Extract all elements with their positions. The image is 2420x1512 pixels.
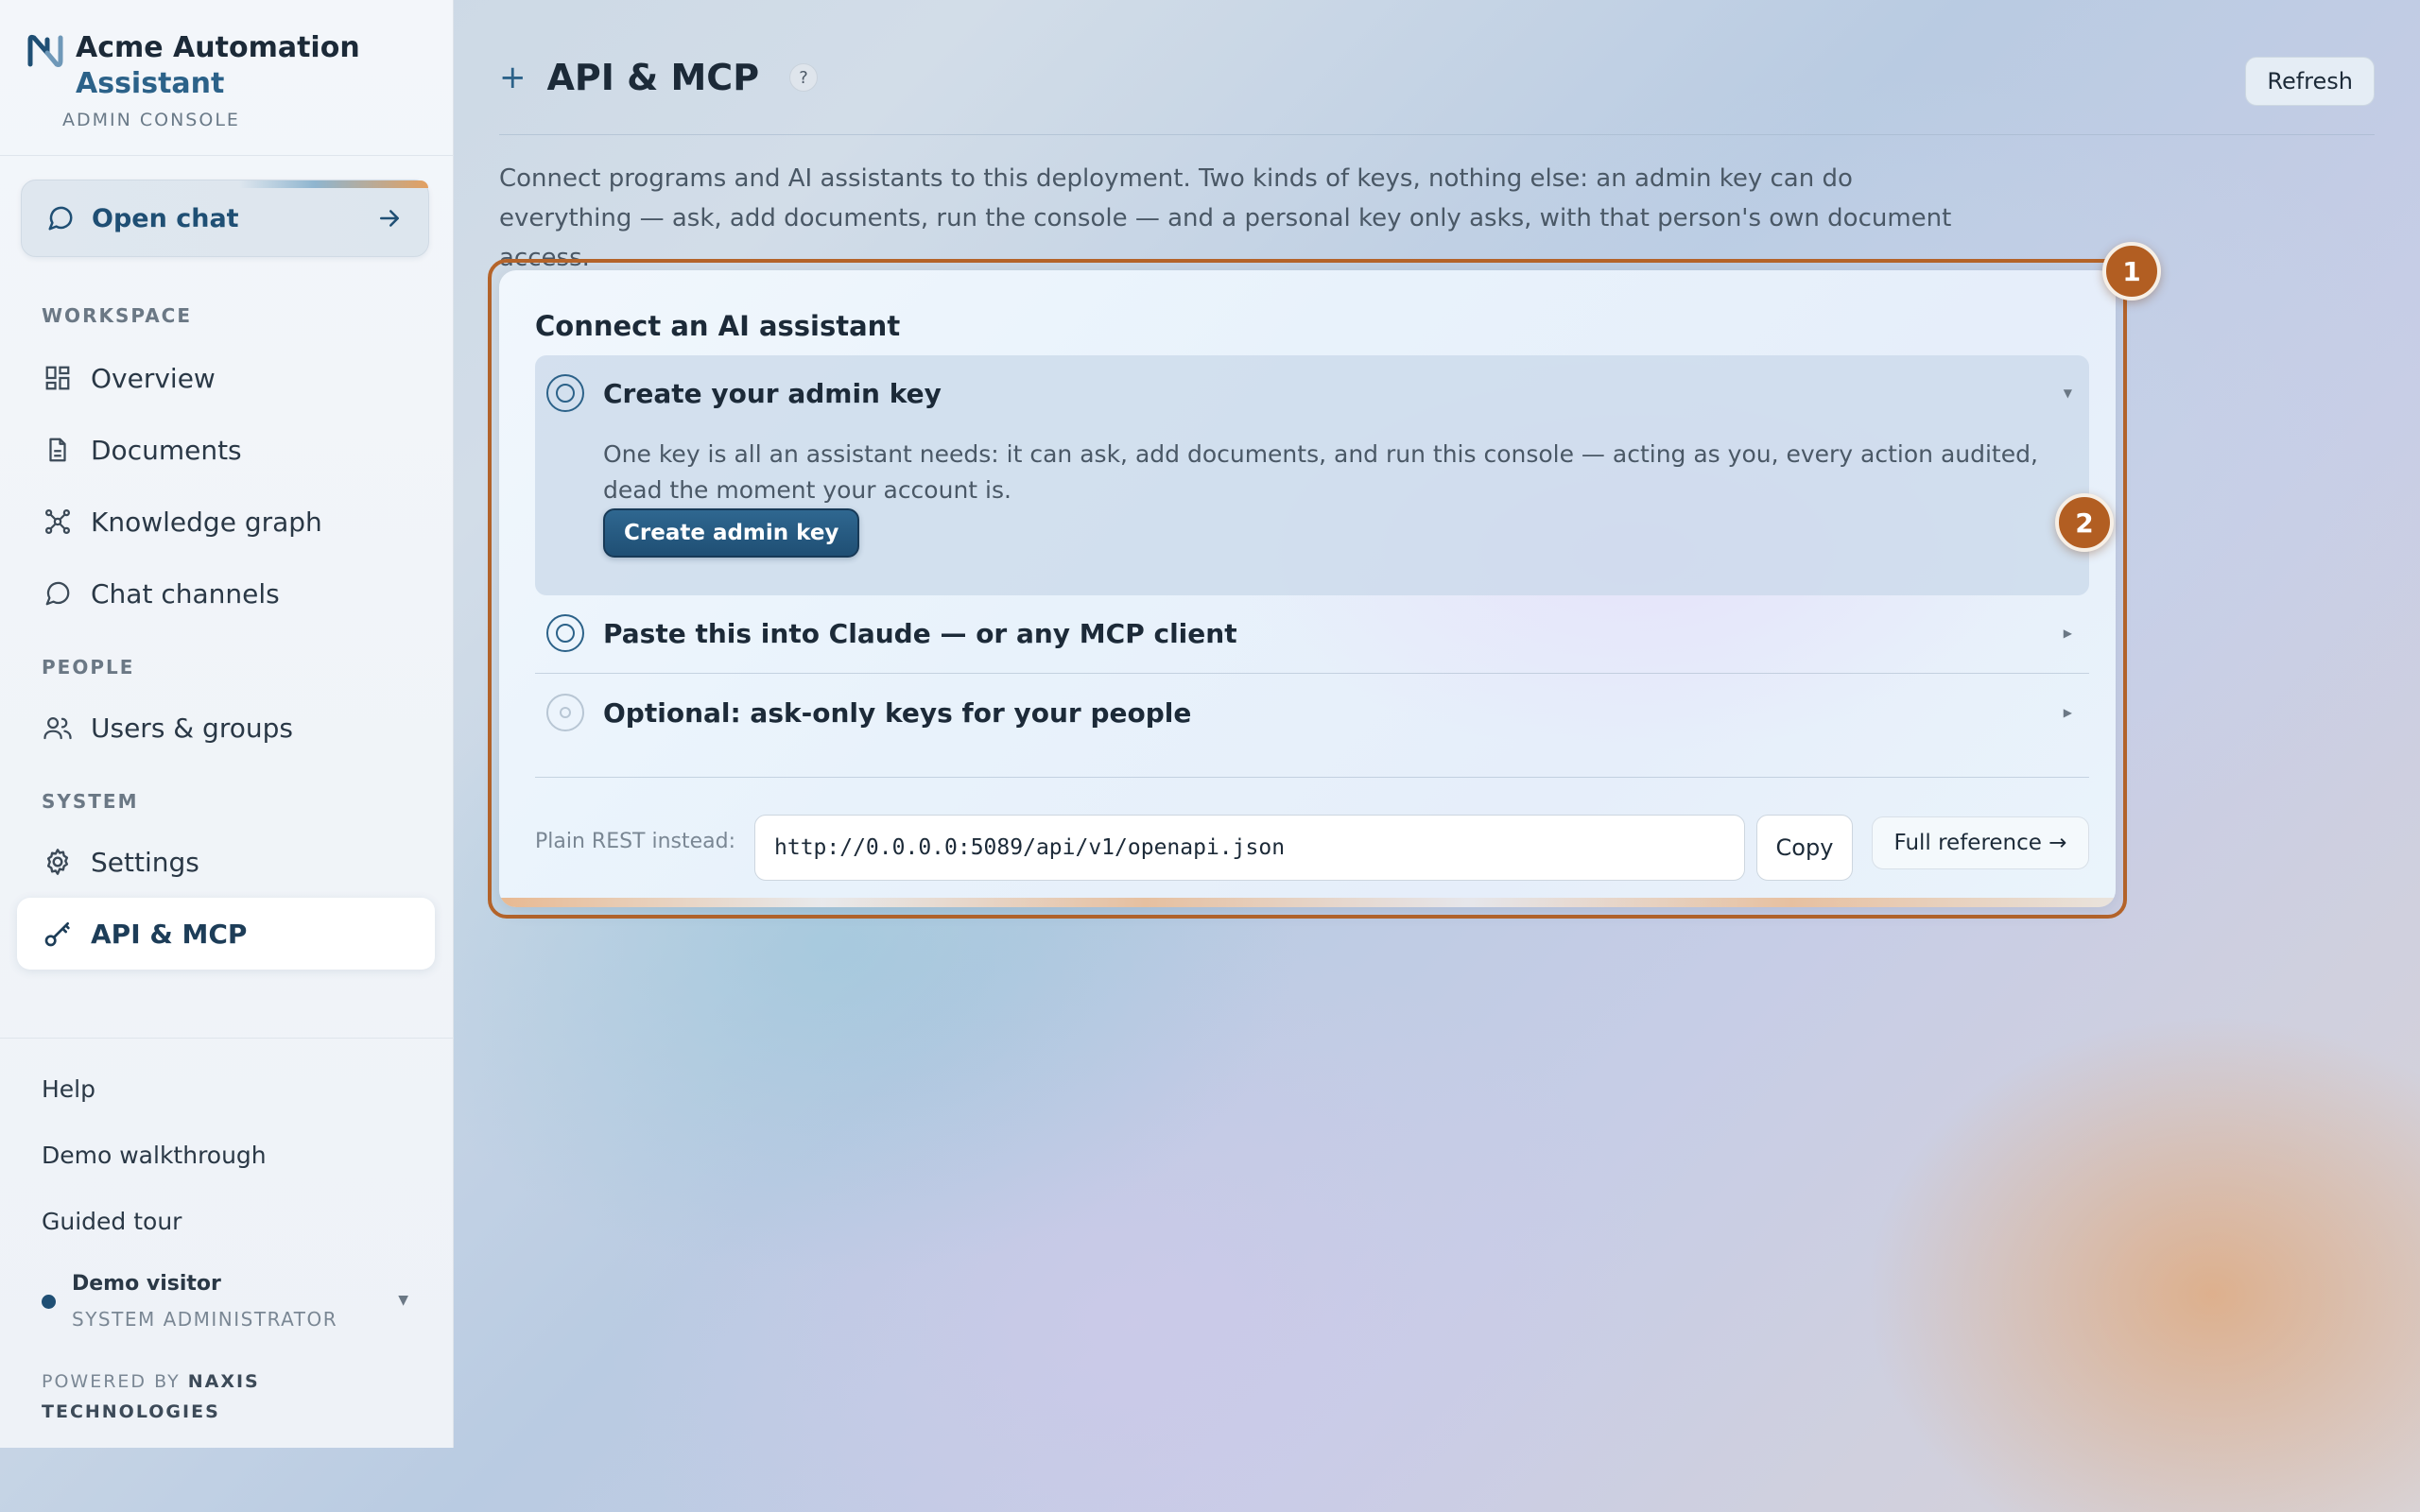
sidebar-item-label: Users & groups <box>91 712 293 744</box>
open-chat-button[interactable]: Open chat <box>21 180 429 257</box>
sidebar-item-api-mcp[interactable]: API & MCP <box>17 898 435 970</box>
step-title: Paste this into Claude — or any MCP clie… <box>603 617 1237 649</box>
brand-name: Acme Automation <box>76 31 360 64</box>
step-status-icon <box>546 614 584 652</box>
copy-button[interactable]: Copy <box>1756 815 1853 881</box>
powered-by-label: POWERED BY <box>42 1371 181 1392</box>
brand-subtitle: ADMIN CONSOLE <box>62 110 240 130</box>
divider <box>499 134 2375 135</box>
full-reference-button[interactable]: Full reference → <box>1872 816 2089 869</box>
sidebar-item-documents[interactable]: Documents <box>17 414 435 486</box>
step-description: One key is all an assistant needs: it ca… <box>603 440 2038 504</box>
connect-assistant-card: Connect an AI assistant Create your admi… <box>499 270 2116 907</box>
logo-icon <box>27 34 63 67</box>
status-dot <box>42 1295 56 1309</box>
step-header[interactable]: Create your admin key ▼ <box>535 365 2089 421</box>
step-paste-mcp[interactable]: Paste this into Claude — or any MCP clie… <box>535 605 2089 662</box>
brand-product: Assistant <box>76 67 225 100</box>
plus-icon[interactable]: + <box>499 59 527 96</box>
sidebar-item-overview[interactable]: Overview <box>17 342 435 414</box>
step-status-icon <box>546 374 584 412</box>
sidebar-item-label: API & MCP <box>91 918 248 950</box>
sidebar-item-label: Settings <box>91 846 199 878</box>
user-menu[interactable]: Demo visitor SYSTEM ADMINISTRATOR ▼ <box>42 1272 420 1338</box>
create-admin-key-button[interactable]: Create admin key <box>603 508 860 558</box>
powered-by: POWERED BY NAXIS TECHNOLOGIES <box>42 1366 344 1427</box>
gear-icon <box>42 846 74 878</box>
guided-tour-link[interactable]: Guided tour <box>42 1208 182 1235</box>
chevron-right-icon: ▶ <box>2063 706 2072 719</box>
sidebar-item-chat-channels[interactable]: Chat channels <box>17 558 435 629</box>
section-workspace: WORKSPACE <box>42 304 193 327</box>
tour-badge-1[interactable]: 1 <box>2102 242 2161 301</box>
help-link[interactable]: Help <box>42 1075 95 1103</box>
refresh-button[interactable]: Refresh <box>2245 57 2375 106</box>
arrow-right-icon <box>380 210 399 227</box>
sidebar-item-label: Overview <box>91 362 216 394</box>
divider <box>0 155 454 156</box>
user-role: SYSTEM ADMINISTRATOR <box>72 1308 338 1331</box>
step-title: Create your admin key <box>603 377 942 409</box>
sidebar-item-label: Documents <box>91 434 242 466</box>
demo-walkthrough-link[interactable]: Demo walkthrough <box>42 1142 267 1169</box>
step-title: Optional: ask-only keys for your people <box>603 696 1192 729</box>
chat-bubble-icon <box>48 206 73 231</box>
step-status-icon <box>546 694 584 731</box>
card-title: Connect an AI assistant <box>535 310 901 342</box>
section-system: SYSTEM <box>42 790 139 813</box>
divider <box>0 1038 454 1039</box>
divider <box>535 673 2089 674</box>
sidebar-item-label: Chat channels <box>91 577 280 610</box>
user-name: Demo visitor <box>72 1272 221 1296</box>
sidebar-item-knowledge-graph[interactable]: Knowledge graph <box>17 486 435 558</box>
card-glow <box>499 898 2116 907</box>
page-title: API & MCP <box>546 57 760 98</box>
sidebar-item-settings[interactable]: Settings <box>17 826 435 898</box>
grid-icon <box>42 362 74 394</box>
key-icon <box>42 918 74 950</box>
users-icon <box>42 712 74 744</box>
openapi-url-field[interactable]: http://0.0.0.0:5089/api/v1/openapi.json <box>754 815 1745 881</box>
rest-label: Plain REST instead: <box>535 830 736 853</box>
accent-bar <box>239 180 428 188</box>
chevron-down-icon: ▼ <box>2063 387 2072 400</box>
open-chat-label: Open chat <box>92 203 239 233</box>
brand[interactable]: Acme Automation Assistant <box>26 30 360 102</box>
section-people: PEOPLE <box>42 656 135 679</box>
step-ask-only-keys[interactable]: Optional: ask-only keys for your people … <box>535 684 2089 741</box>
sidebar: Acme Automation Assistant ADMIN CONSOLE … <box>0 0 454 1448</box>
chevron-right-icon: ▶ <box>2063 627 2072 640</box>
chevron-down-icon: ▼ <box>398 1293 408 1308</box>
help-icon[interactable]: ? <box>789 63 819 92</box>
document-icon <box>42 434 74 466</box>
step-create-admin-key: Create your admin key ▼ One key is all a… <box>535 355 2089 595</box>
tour-badge-2[interactable]: 2 <box>2055 493 2114 552</box>
graph-icon <box>42 506 74 538</box>
page-header: + API & MCP ? <box>499 57 819 98</box>
divider <box>535 777 2089 778</box>
sidebar-item-label: Knowledge graph <box>91 506 322 538</box>
chat-bubble-icon <box>42 577 74 610</box>
sidebar-item-users-groups[interactable]: Users & groups <box>17 692 435 764</box>
